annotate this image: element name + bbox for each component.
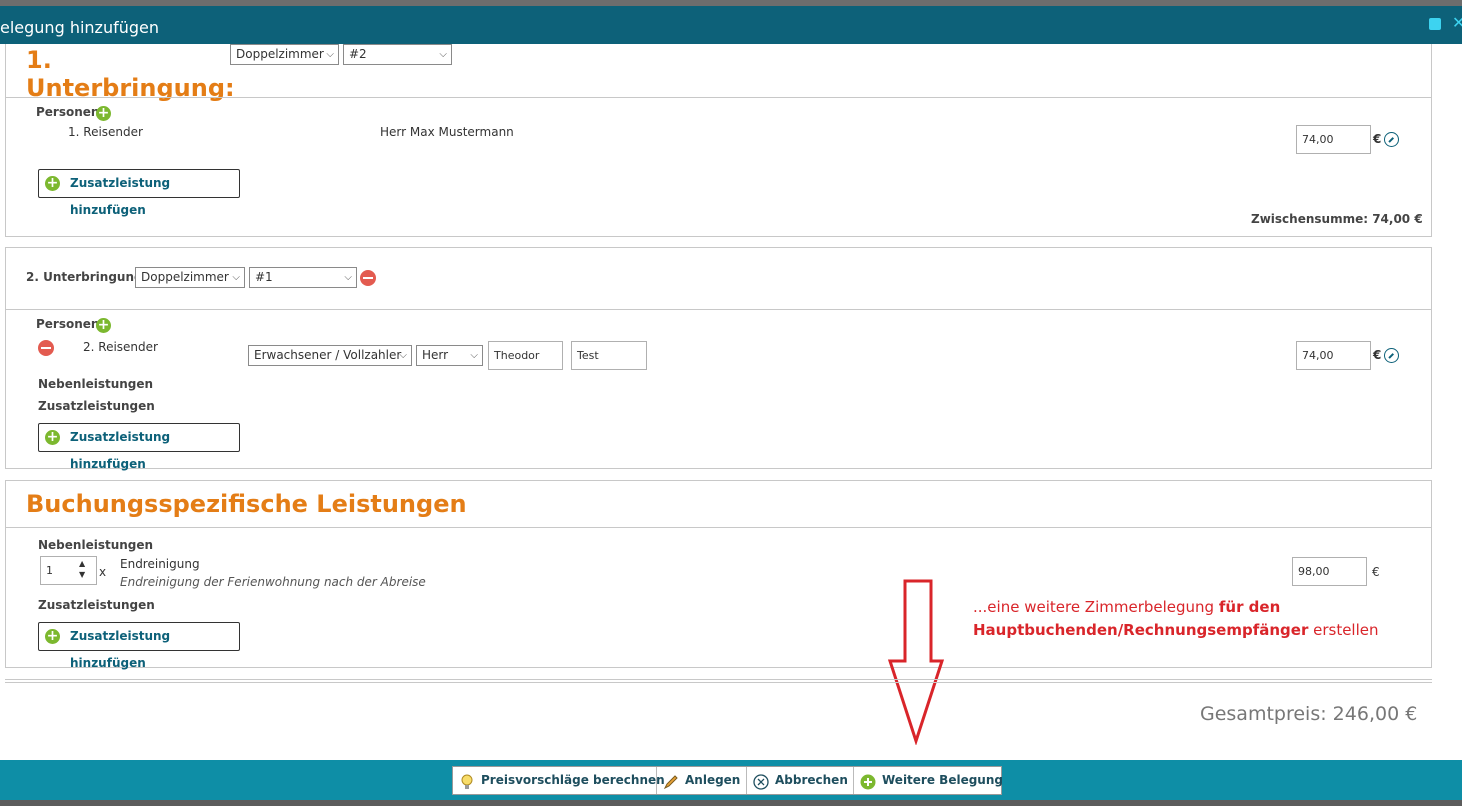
add-extra-label: Zusatzleistung hinzufügen [70, 629, 171, 670]
cancel-icon [753, 773, 769, 790]
side-services-label: Nebenleistungen [38, 538, 154, 552]
chevron-down-icon: ⌵ [470, 350, 478, 361]
side-services-label: Nebenleistungen [38, 377, 154, 391]
divider [6, 527, 1431, 528]
service-name: Endreinigung [120, 557, 200, 571]
annotation-bold1: für den [1218, 598, 1281, 616]
room2-type-value: Doppelzimmer [141, 270, 229, 284]
plus-circle-icon [860, 773, 876, 789]
search-icon[interactable] [1384, 132, 1399, 147]
plus-icon: + [45, 628, 60, 644]
traveler-name: Herr Max Mustermann [380, 125, 514, 139]
action-toolbar: Preisvorschläge berechnen Anlegen Abbrec… [452, 766, 1003, 795]
euro-symbol: € [1373, 348, 1382, 362]
create-button[interactable]: Anlegen [657, 767, 747, 794]
remove-person-icon[interactable] [38, 340, 54, 356]
extra-services-label: Zusatzleistungen [38, 399, 155, 413]
maximize-icon[interactable] [1429, 18, 1441, 30]
room2-type-select[interactable]: Doppelzimmer ⌵ [135, 267, 245, 288]
annotation-arrow [887, 579, 945, 745]
room2-panel: 2. Unterbringung: Doppelzimmer ⌵ #1 ⌵ Pers… [5, 247, 1432, 471]
add-person-icon[interactable]: + [96, 318, 111, 333]
room2-title: 2. Unterbringung: [26, 270, 148, 284]
booking-services-title: Buchungsspezifische Leistungen [26, 490, 467, 518]
chevron-down-icon: ⌵ [232, 272, 240, 283]
dialog-title: elegung hinzufügen [0, 18, 159, 37]
chevron-down-icon: ⌵ [344, 272, 352, 283]
salutation-value: Herr [422, 348, 449, 362]
dialog-titlebar: elegung hinzufügen ✕ [0, 6, 1462, 44]
room1-title-line1: 1. [26, 46, 52, 74]
cleaning-price-input[interactable]: 98,00 [1292, 557, 1367, 586]
room2-number-select[interactable]: #1 ⌵ [249, 267, 357, 288]
room1-subtotal: Zwischensumme: 74,00 € [1251, 212, 1423, 226]
pencil-icon [663, 773, 679, 789]
room1-type-value: Doppelzimmer [236, 47, 324, 61]
service-description: Endreinigung der Ferienwohnung nach der … [120, 575, 426, 589]
chevron-down-icon: ⌵ [439, 49, 447, 60]
more-booking-label: Weitere Belegung [882, 773, 1003, 787]
add-extra-label: Zusatzleistung hinzufügen [70, 430, 171, 471]
room2-price-input[interactable]: 74,00 [1296, 341, 1371, 370]
lightbulb-icon [459, 773, 475, 789]
extra-services-label: Zusatzleistungen [38, 598, 155, 612]
footer-bottom-strip [0, 800, 1462, 806]
persons-label: Personen [36, 105, 100, 119]
total-price: Gesamtpreis: 246,00 € [1200, 703, 1418, 725]
add-extra-service-button[interactable]: + Zusatzleistung hinzufügen [38, 169, 240, 217]
cancel-button[interactable]: Abbrechen [747, 767, 854, 794]
cancel-label: Abbrechen [775, 773, 848, 787]
stepper-arrows-icon[interactable]: ▲ ▼ [79, 558, 85, 580]
divider [6, 309, 1431, 310]
annotation-prefix: ...eine weitere Zimmerbelegung [973, 598, 1219, 616]
plus-icon: + [45, 429, 60, 445]
room1-number-value: #2 [349, 47, 367, 61]
price-suggestions-button[interactable]: Preisvorschläge berechnen [453, 767, 665, 794]
footer-bar: Preisvorschläge berechnen Anlegen Abbrec… [0, 760, 1462, 806]
chevron-down-icon: ⌵ [326, 49, 334, 60]
room1-type-select[interactable]: Doppelzimmer ⌵ [230, 44, 339, 65]
annotation-bold2: Hauptbuchenden/Rechnungsempfänger [973, 621, 1309, 639]
price-suggestions-label: Preisvorschläge berechnen [481, 773, 665, 787]
room2-number-value: #1 [255, 270, 273, 284]
divider [6, 97, 1431, 98]
search-icon[interactable] [1384, 348, 1399, 363]
chevron-down-icon: ⌵ [399, 350, 407, 361]
room1-price-input[interactable]: 74,00 [1296, 125, 1371, 154]
traveler-label: 1. Reisender [68, 125, 143, 139]
room1-panel: 1. Unterbringung: Doppelzimmer ⌵ #2 ⌵ Pers… [5, 44, 1432, 237]
create-label: Anlegen [685, 773, 741, 787]
guest-type-value: Erwachsener / Vollzahler [254, 348, 402, 362]
euro-symbol: € [1372, 565, 1380, 579]
traveler-label: 2. Reisender [83, 340, 158, 354]
quantity-stepper[interactable]: 1 [40, 556, 97, 585]
add-extra-label: Zusatzleistung hinzufügen [70, 176, 171, 217]
annotation-suffix: erstellen [1308, 621, 1379, 639]
persons-label: Personen [36, 317, 100, 331]
annotation-text: ...eine weitere Zimmerbelegung für den H… [973, 596, 1393, 642]
remove-room-icon[interactable] [360, 270, 376, 286]
add-person-icon[interactable]: + [96, 106, 111, 121]
room1-title: 1. Unterbringung: [26, 46, 235, 102]
plus-icon: + [45, 175, 60, 191]
last-name-input[interactable]: Test [571, 341, 647, 370]
more-booking-button[interactable]: Weitere Belegung [854, 767, 1003, 794]
euro-symbol: € [1373, 132, 1382, 146]
add-extra-service-button[interactable]: + Zusatzleistung hinzufügen [38, 622, 240, 670]
room1-number-select[interactable]: #2 ⌵ [343, 44, 452, 65]
total-divider [5, 679, 1432, 683]
first-name-input[interactable]: Theodor [488, 341, 563, 370]
times-sign: x [99, 565, 107, 579]
close-icon[interactable]: ✕ [1452, 14, 1462, 32]
guest-type-select[interactable]: Erwachsener / Vollzahler ⌵ [248, 345, 412, 366]
add-extra-service-button[interactable]: + Zusatzleistung hinzufügen [38, 423, 240, 471]
salutation-select[interactable]: Herr ⌵ [416, 345, 483, 366]
